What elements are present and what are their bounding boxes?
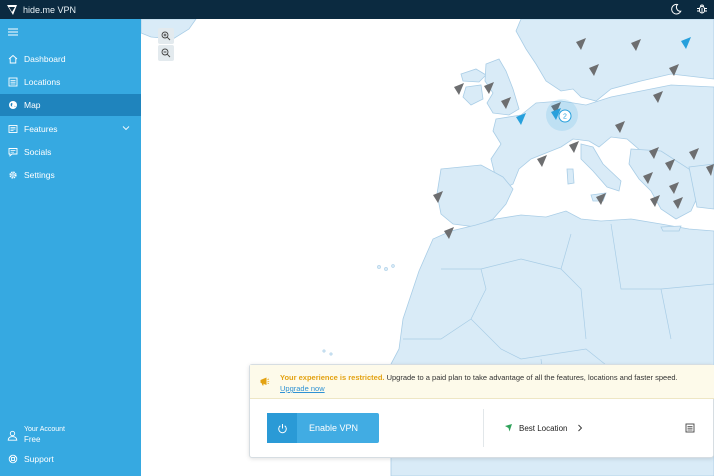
sidebar-item-label: Map bbox=[24, 100, 41, 110]
gear-icon bbox=[9, 171, 17, 179]
notice-message: Your experience is restricted. Upgrade t… bbox=[280, 373, 678, 382]
hamburger-menu-icon[interactable] bbox=[7, 27, 19, 37]
moon-icon[interactable] bbox=[670, 3, 682, 15]
zoom-in-icon bbox=[161, 31, 171, 41]
zoom-out-button[interactable] bbox=[158, 45, 174, 61]
user-icon bbox=[7, 430, 18, 441]
best-location-label: Best Location bbox=[519, 423, 568, 433]
land-italy bbox=[580, 143, 622, 192]
server-marker[interactable] bbox=[454, 83, 464, 95]
vpn-panel: Your experience is restricted. Upgrade t… bbox=[249, 364, 714, 458]
sidebar-item-features[interactable]: Features bbox=[0, 118, 141, 140]
chevron-right-icon bbox=[578, 424, 583, 432]
enable-vpn-label: Enable VPN bbox=[309, 423, 359, 433]
globe-icon bbox=[9, 101, 17, 109]
land-ireland bbox=[462, 84, 484, 106]
notice-strong: Your experience is restricted. bbox=[280, 373, 385, 382]
location-flag-icon bbox=[505, 424, 512, 432]
zoom-in-button[interactable] bbox=[158, 28, 174, 44]
upgrade-now-link[interactable]: Upgrade now bbox=[280, 384, 325, 393]
sidebar-item-label: Features bbox=[24, 124, 58, 134]
account-plan: Free bbox=[24, 435, 41, 444]
sidebar-item-label: Dashboard bbox=[24, 54, 66, 64]
server-list-icon[interactable] bbox=[685, 423, 695, 433]
account-title: Your Account bbox=[24, 426, 65, 433]
sidebar-item-map[interactable]: Map bbox=[0, 94, 141, 116]
chevron-down-icon[interactable] bbox=[122, 125, 130, 131]
megaphone-icon bbox=[260, 377, 270, 386]
sidebar-item-label: Locations bbox=[24, 77, 61, 87]
zoom-out-icon bbox=[161, 48, 171, 58]
sidebar-item-support[interactable]: Support bbox=[0, 448, 141, 470]
notice-text: Upgrade to a paid plan to take advantage… bbox=[384, 373, 678, 382]
land-iceland bbox=[460, 68, 487, 83]
sidebar-item-locations[interactable]: Locations bbox=[0, 71, 141, 93]
account-info[interactable]: Your Account Free bbox=[0, 423, 141, 447]
power-icon-box bbox=[267, 413, 297, 443]
support-icon bbox=[8, 454, 18, 464]
sidebar: Dashboard Locations Map Features Socials bbox=[0, 19, 141, 476]
upgrade-notice: Your experience is restricted. Upgrade t… bbox=[250, 365, 714, 399]
list-icon bbox=[8, 77, 18, 87]
land-crete bbox=[660, 225, 682, 232]
hide-me-logo-icon bbox=[7, 4, 17, 15]
app-title: hide.me VPN bbox=[23, 4, 77, 15]
sidebar-item-label: Support bbox=[24, 454, 54, 464]
features-icon bbox=[8, 125, 18, 133]
home-icon bbox=[8, 54, 18, 64]
enable-vpn-button[interactable]: Enable VPN bbox=[267, 413, 379, 443]
server-marker[interactable] bbox=[537, 155, 547, 167]
panel-divider bbox=[483, 409, 484, 447]
bug-icon[interactable] bbox=[696, 3, 708, 15]
power-icon bbox=[277, 423, 287, 433]
sidebar-item-socials[interactable]: Socials bbox=[0, 141, 141, 163]
server-cluster[interactable]: 2 bbox=[546, 99, 578, 131]
sidebar-item-dashboard[interactable]: Dashboard bbox=[0, 48, 141, 70]
cluster-count: 2 bbox=[563, 114, 567, 121]
server-marker[interactable] bbox=[569, 141, 579, 153]
chat-icon bbox=[8, 148, 18, 157]
sidebar-item-settings[interactable]: Settings bbox=[0, 164, 141, 186]
best-location-selector[interactable]: Best Location bbox=[504, 423, 583, 433]
land-sardinia bbox=[566, 168, 575, 185]
sidebar-item-label: Socials bbox=[24, 147, 52, 157]
sidebar-item-label: Settings bbox=[24, 170, 55, 180]
title-bar: hide.me VPN bbox=[0, 0, 714, 19]
